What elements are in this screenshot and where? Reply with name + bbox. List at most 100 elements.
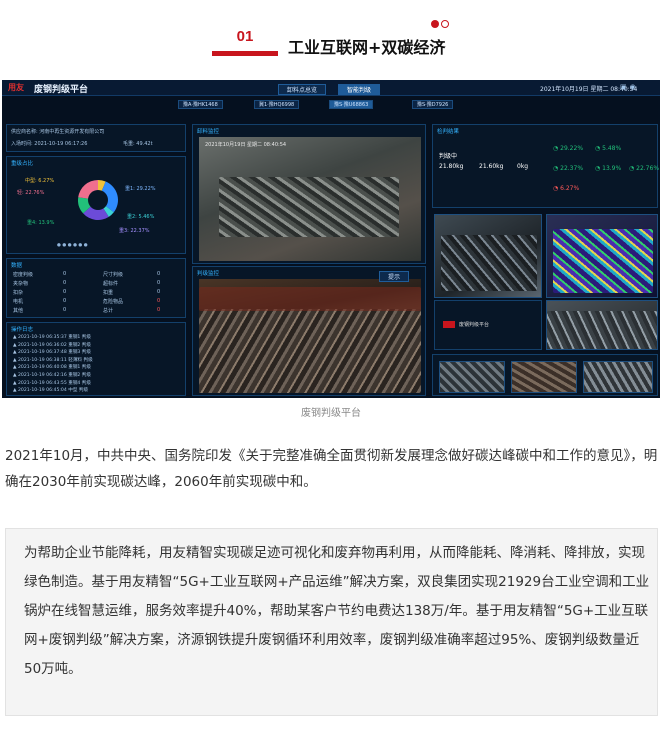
brand-logo: 用友 <box>8 83 24 92</box>
segmentation-overlay <box>553 229 653 293</box>
decor-dot-filled <box>431 20 439 28</box>
unloading-camera-feed[interactable]: 2021年10月19日 星期二 08:40:54 <box>199 137 421 261</box>
distribution-title: 重级占比 <box>11 161 34 167</box>
result-percent: ◔ 13.9% <box>595 165 622 172</box>
result-percent: ◔ 22.76% <box>629 165 660 172</box>
vehicle-chip-active[interactable]: 豫S·豫U68863 <box>329 100 374 109</box>
legend-item: 重4: 13.9% <box>27 220 55 226</box>
vehicle-chip[interactable]: 冀1·豫HQ6998 <box>254 100 300 109</box>
stats-cell: 尺寸判级 <box>103 272 124 278</box>
camera1-panel: 卸料监控 2021年10月19日 星期二 08:40:54 <box>192 124 426 264</box>
card-logo-icon <box>443 321 455 328</box>
log-row: ▲ 2021-10-19 06:35:37 重钢1 判级 <box>13 335 91 340</box>
donut-chart <box>78 180 118 220</box>
stats-cell: 扣重 <box>103 290 114 296</box>
tab-smart-grading[interactable]: 智能判级 <box>338 84 381 95</box>
scrap-pile <box>219 177 399 237</box>
stats-cell: 0 <box>63 271 67 277</box>
legend-item: 重3: 22.37% <box>119 228 150 234</box>
log-row: ▲ 2021-10-19 06:36:02 重钢2 判级 <box>13 342 91 348</box>
stats-cell: 夹杂物 <box>13 281 29 287</box>
camera1-title: 卸料监控 <box>197 129 220 135</box>
log-title: 操作日志 <box>11 327 34 333</box>
scrap-pile <box>199 309 421 393</box>
legend-item: 重2: 5.46% <box>127 214 155 220</box>
dashboard-screenshot: 用友 废钢判级平台 卸料点总览 智能判级 2021年10月19日 星期二 08:… <box>2 80 660 398</box>
result-percent: ◔ 5.48% <box>595 145 622 152</box>
result-percent: ◔ 29.22% <box>553 145 584 152</box>
window-controls-icon[interactable]: ▣◉ <box>620 83 639 91</box>
legend-item: 中型: 6.27% <box>25 178 55 184</box>
distribution-panel: 重级占比 中型: 6.27% 重1: 29.22% 重2: 5.46% 重3: … <box>6 156 186 254</box>
stats-cell: 0 <box>157 307 161 313</box>
result-card-1: 废钢判级平台 <box>434 300 542 350</box>
vehicle-bar: 豫A·豫HK1468 冀1·豫HQ6998 豫S·豫U68863 豫S·豫D79… <box>2 98 660 110</box>
grading-status: 判级中 <box>439 153 458 160</box>
camera2-panel: 判级监控 提示 <box>192 266 426 396</box>
stats-cell: 0 <box>157 289 161 295</box>
alert-button[interactable]: 提示 <box>379 271 410 282</box>
body-paragraph-2: 为帮助企业节能降耗，用友精智实现碳足迹可视化和废弃物再利用，从而降能耗、降消耗、… <box>24 545 650 677</box>
weight-value: 21.60kg <box>479 163 504 170</box>
camera2-title: 判级监控 <box>197 271 220 277</box>
legend-item: 重1: 29.22% <box>125 186 156 192</box>
thumbnail-strip <box>432 354 658 396</box>
dashboard-topbar: 用友 废钢判级平台 卸料点总览 智能判级 2021年10月19日 星期二 08:… <box>2 80 660 96</box>
results-title: 检判结果 <box>437 129 460 135</box>
log-row: ▲ 2021-10-19 06:40:08 重钢1 判级 <box>13 365 91 371</box>
camera-timestamp: 2021年10月19日 星期二 08:40:54 <box>205 142 287 148</box>
section-header: 01 工业互联网+双碳经济 <box>0 0 662 70</box>
stats-cell: 0 <box>63 289 67 295</box>
stats-cell: 超标件 <box>103 281 119 287</box>
thumbnail[interactable] <box>583 361 653 393</box>
stats-cell: 密度判级 <box>13 272 34 278</box>
section-number: 01 <box>236 28 254 45</box>
donut-legend-row: ● ● ● ● ● ● <box>57 243 88 248</box>
legend-item: 轻: 22.76% <box>17 190 45 196</box>
grading-camera-feed[interactable] <box>199 279 421 393</box>
stats-cell: 扣杂 <box>13 290 24 296</box>
stats-cell: 0 <box>63 307 67 313</box>
stats-cell: 0 <box>157 271 161 277</box>
tab-overview[interactable]: 卸料点总览 <box>278 84 327 95</box>
thumbnail[interactable] <box>511 361 577 393</box>
stats-cell: 0 <box>157 298 161 304</box>
vehicle-chip[interactable]: 豫S·豫D7926 <box>412 100 454 109</box>
supplier-name: 供应商名称: 河南中再生资源开发有限公司 <box>11 129 105 135</box>
section-number-underline <box>212 51 278 56</box>
stats-cell: 其他 <box>13 308 24 314</box>
stats-cell: 0 <box>63 298 67 304</box>
supplier-info-panel: 供应商名称: 河南中再生资源开发有限公司 入场时间: 2021-10-19 06… <box>6 124 186 152</box>
result-percent: ◔ 6.27% <box>553 185 580 192</box>
gross-weight: 毛重: 49.42t <box>123 141 153 147</box>
log-row: ▲ 2021-10-19 06:43:55 重钢4 判级 <box>13 380 91 386</box>
stats-cell: 电机 <box>13 299 24 305</box>
result-image-3[interactable] <box>546 300 658 350</box>
thumbnail[interactable] <box>439 361 505 393</box>
entry-time: 入场时间: 2021-10-19 06:17:26 <box>11 141 88 147</box>
log-row: ▲ 2021-10-19 06:37:48 重钢3 判级 <box>13 350 91 356</box>
card-brand: 废钢判级平台 <box>459 322 490 328</box>
section-title: 工业互联网+双碳经济 <box>288 38 446 57</box>
results-panel: 检判结果 判级中 21.80kg 21.60kg 0kg ◔ 29.22% ◔ 5… <box>432 124 660 208</box>
weight-value: 0kg <box>517 163 529 170</box>
result-image-1[interactable] <box>434 214 542 298</box>
stats-cell: 危险物品 <box>103 299 124 305</box>
log-panel: 操作日志 ▲ 2021-10-19 06:35:37 重钢1 判级 ▲ 2021-… <box>6 322 186 396</box>
log-row: ▲ 2021-10-19 06:38:11 轻薄料 判级 <box>13 357 93 363</box>
result-image-2[interactable] <box>546 214 658 298</box>
scrap-pile <box>547 311 657 349</box>
scrap-pile <box>441 235 537 291</box>
weight-value: 21.80kg <box>439 163 464 170</box>
log-row: ▲ 2021-10-19 06:42:16 重钢2 判级 <box>13 373 91 378</box>
dashboard-app-title: 废钢判级平台 <box>34 85 89 95</box>
stats-title: 数据 <box>11 263 23 269</box>
truck-bed <box>199 287 421 311</box>
vehicle-chip[interactable]: 豫A·豫HK1468 <box>178 100 223 109</box>
log-row: ▲ 2021-10-19 06:45:04 中型 判级 <box>13 388 89 394</box>
stats-cell: 0 <box>157 280 161 286</box>
body-paragraph-1: 2021年10月，中共中央、国务院印发《关于完整准确全面贯彻新发展理念做好碳达峰… <box>5 448 658 490</box>
highlight-box: 为帮助企业节能降耗，用友精智实现碳足迹可视化和废弃物再利用，从而降能耗、降消耗、… <box>5 528 658 716</box>
stats-panel: 数据 密度判级 0 尺寸判级 0 夹杂物 0 超标件 0 扣杂 0 扣重 0 电机 0 危险物品 0 其他 0 总计… <box>6 258 186 318</box>
result-percent: ◔ 22.37% <box>553 165 584 172</box>
